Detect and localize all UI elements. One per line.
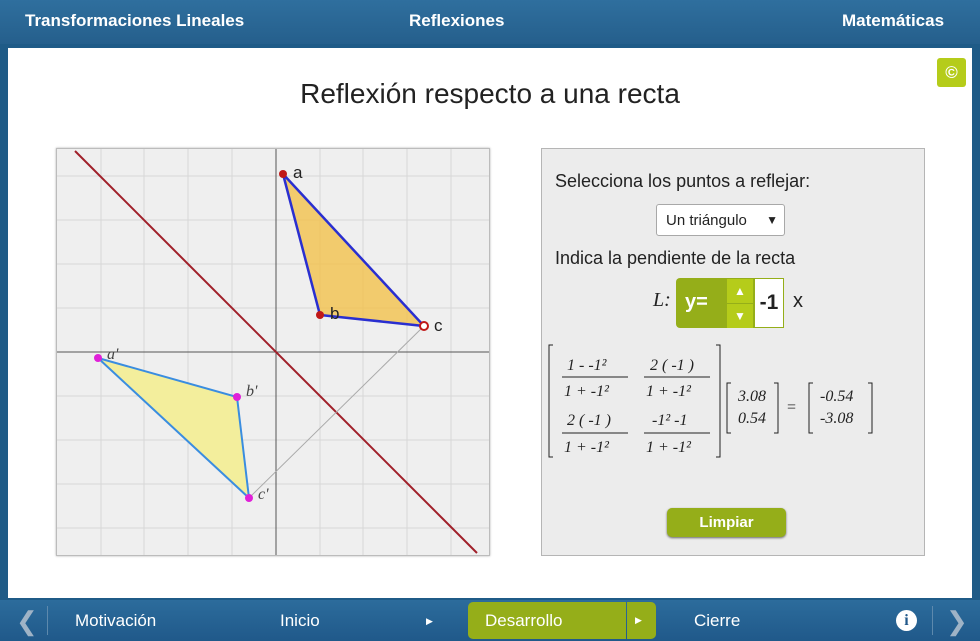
point-b-prime bbox=[233, 393, 241, 401]
label-a: a bbox=[293, 163, 303, 182]
triangle-right-icon[interactable]: ▶ bbox=[426, 616, 433, 627]
label-a-prime: a' bbox=[107, 346, 119, 363]
slope-input-group: y= ▲ ▼ -1 bbox=[676, 278, 784, 328]
matrix-m22-num: -1² -1 bbox=[652, 412, 687, 429]
axes bbox=[57, 149, 489, 555]
point-c-prime bbox=[245, 494, 253, 502]
point-c[interactable] bbox=[419, 321, 429, 331]
graph-svg: a b c a' b' c' bbox=[57, 149, 489, 555]
matrix-m11-den: 1 + -1² bbox=[564, 383, 610, 400]
original-triangle bbox=[281, 173, 428, 328]
triangle-right-icon: ▶ bbox=[635, 615, 642, 625]
matrix-m22-den: 1 + -1² bbox=[646, 439, 692, 456]
clear-button[interactable]: Limpiar bbox=[667, 508, 786, 537]
points-select-value: Un triángulo bbox=[666, 212, 747, 229]
section-title: Reflexiones bbox=[409, 11, 505, 30]
vector-v1: 3.08 bbox=[737, 388, 766, 405]
slope-stepper[interactable]: ▲ ▼ bbox=[727, 278, 753, 328]
label-c-prime: c' bbox=[258, 486, 269, 503]
nav-divider bbox=[932, 606, 933, 635]
label-b: b bbox=[330, 304, 339, 323]
control-panel: Selecciona los puntos a reflejar: Un tri… bbox=[541, 148, 925, 556]
page-title: Reflexión respecto a una recta bbox=[300, 78, 680, 109]
nav-inicio[interactable]: Inicio bbox=[280, 611, 320, 631]
matrix-m21-num: 2 ( -1 ) bbox=[567, 412, 611, 429]
copyright-icon[interactable]: © bbox=[937, 58, 966, 87]
point-a-prime bbox=[94, 354, 102, 362]
vector-v2: 0.54 bbox=[738, 410, 766, 427]
graph-area[interactable]: a b c a' b' c' bbox=[56, 148, 490, 556]
y-equals-label: y= bbox=[685, 291, 708, 313]
nav-desarrollo: Desarrollo bbox=[485, 611, 563, 630]
chevron-left-icon[interactable]: ❮ bbox=[16, 606, 38, 637]
label-b-prime: b' bbox=[246, 383, 258, 400]
bottom-nav: ❮ Motivación Inicio ▶ Desarrollo ▶ Cierr… bbox=[0, 600, 980, 641]
result-r1: -0.54 bbox=[820, 388, 853, 405]
point-b[interactable] bbox=[316, 311, 324, 319]
matrix-m12-den: 1 + -1² bbox=[646, 383, 692, 400]
chevron-down-icon: ▼ bbox=[766, 213, 778, 227]
nav-motivacion[interactable]: Motivación bbox=[75, 611, 156, 631]
select-points-label: Selecciona los puntos a reflejar: bbox=[555, 171, 811, 191]
matrix-m11-num: 1 - -1² bbox=[567, 357, 608, 374]
line-name-label: L: bbox=[653, 289, 671, 311]
x-variable-label: x bbox=[793, 290, 803, 312]
matrix-m12-num: 2 ( -1 ) bbox=[650, 357, 694, 374]
reflected-triangle bbox=[97, 357, 251, 501]
point-a[interactable] bbox=[279, 170, 287, 178]
label-c: c bbox=[434, 316, 443, 335]
chevron-right-icon[interactable]: ❯ bbox=[946, 606, 968, 637]
result-r2: -3.08 bbox=[820, 410, 853, 427]
nav-divider bbox=[47, 606, 48, 635]
top-bar: Transformaciones Lineales Reflexiones Ma… bbox=[0, 0, 980, 44]
equals-sign: = bbox=[787, 399, 796, 416]
points-select[interactable]: Un triángulo ▼ bbox=[656, 204, 785, 236]
main-content: Reflexión respecto a una recta © a b c a… bbox=[8, 48, 972, 598]
nav-cierre[interactable]: Cierre bbox=[694, 611, 740, 631]
stepper-up-icon[interactable]: ▲ bbox=[727, 279, 753, 303]
matrix-m21-den: 1 + -1² bbox=[564, 439, 610, 456]
course-title: Transformaciones Lineales bbox=[25, 11, 245, 30]
nav-desarrollo-tab[interactable]: Desarrollo bbox=[468, 602, 626, 639]
slope-value-field[interactable]: -1 bbox=[754, 278, 784, 328]
nav-desarrollo-submenu[interactable]: ▶ bbox=[627, 602, 656, 639]
slope-label: Indica la pendiente de la recta bbox=[555, 248, 796, 268]
matrix-equation: 1 - -1² 1 + -1² 2 ( -1 ) 1 + -1² 2 ( -1 … bbox=[548, 344, 873, 458]
subject-title: Matemáticas bbox=[842, 11, 945, 30]
stepper-down-icon[interactable]: ▼ bbox=[727, 304, 753, 328]
info-icon[interactable]: i bbox=[896, 610, 917, 631]
